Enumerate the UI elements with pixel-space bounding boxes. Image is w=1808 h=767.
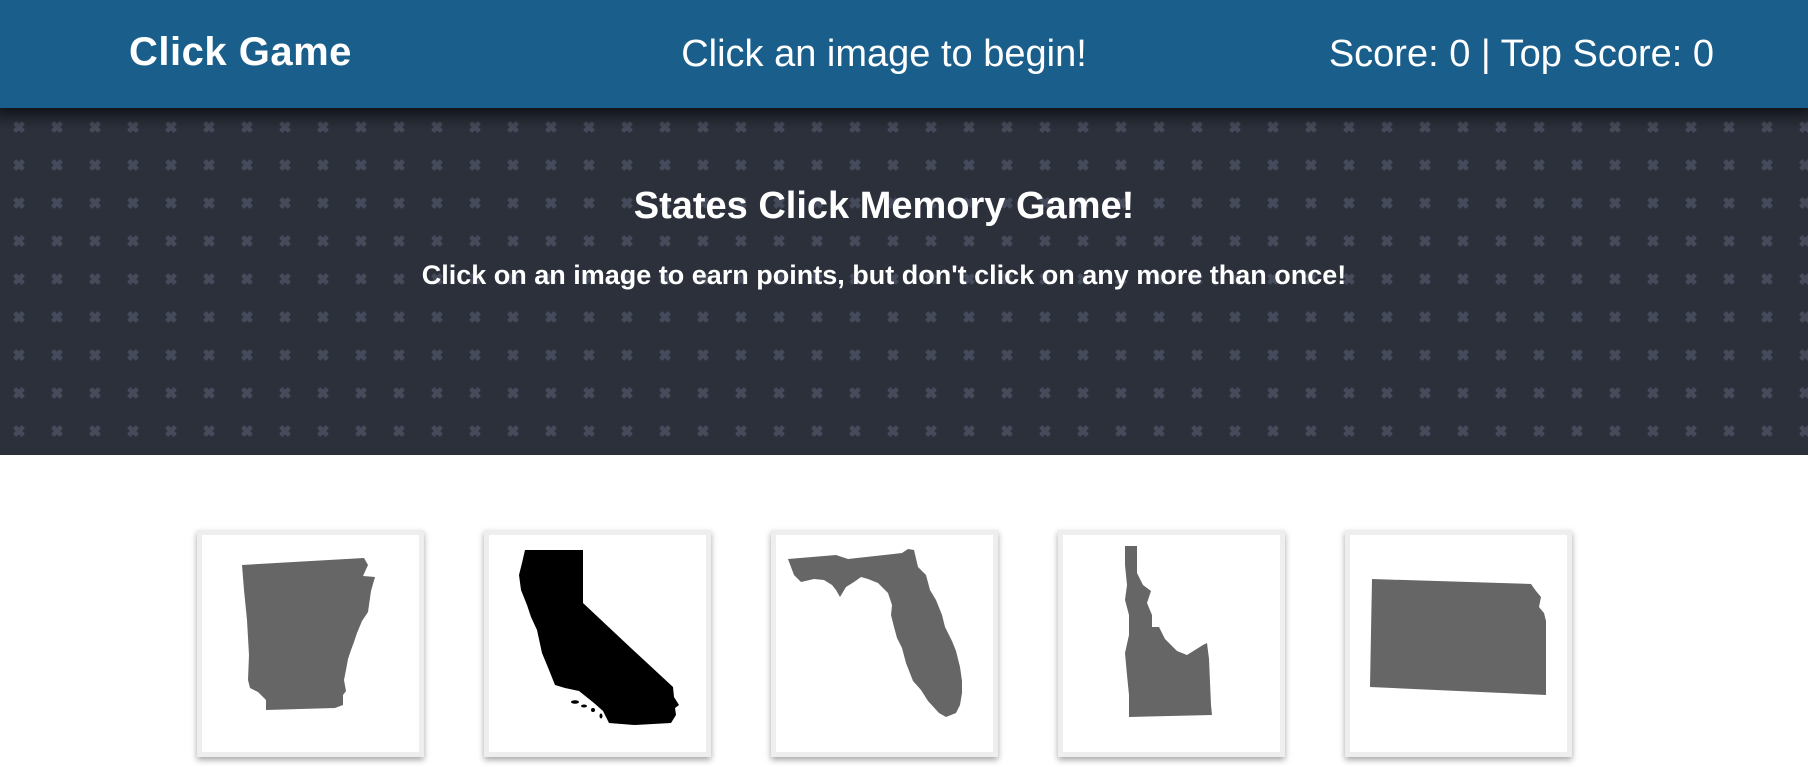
florida-shape [788, 549, 962, 717]
idaho-icon [1125, 546, 1212, 717]
score-display: Score: 0 | Top Score: 0 [1328, 33, 1714, 75]
card-florida[interactable] [771, 530, 998, 757]
idaho-shape [1125, 546, 1212, 717]
kansas-shape [1370, 579, 1546, 695]
florida-icon [788, 549, 962, 717]
card-grid [0, 530, 1808, 767]
card-arkansas[interactable] [197, 530, 424, 757]
california-icon [519, 550, 679, 725]
card-idaho[interactable] [1058, 530, 1285, 757]
page-instructions: Click on an image to earn points, but do… [421, 260, 1347, 290]
jumbotron-header: States Click Memory Game! Click on an im… [0, 108, 1808, 455]
card-kansas[interactable] [1345, 530, 1572, 757]
arkansas-icon [242, 558, 375, 710]
navbar: Click Game Click an image to begin! Scor… [0, 0, 1808, 108]
arkansas-shape [242, 558, 375, 710]
california-shape [519, 550, 679, 725]
kansas-icon [1370, 579, 1546, 695]
card-california[interactable] [484, 530, 711, 757]
page-title: States Click Memory Game! [633, 185, 1135, 227]
